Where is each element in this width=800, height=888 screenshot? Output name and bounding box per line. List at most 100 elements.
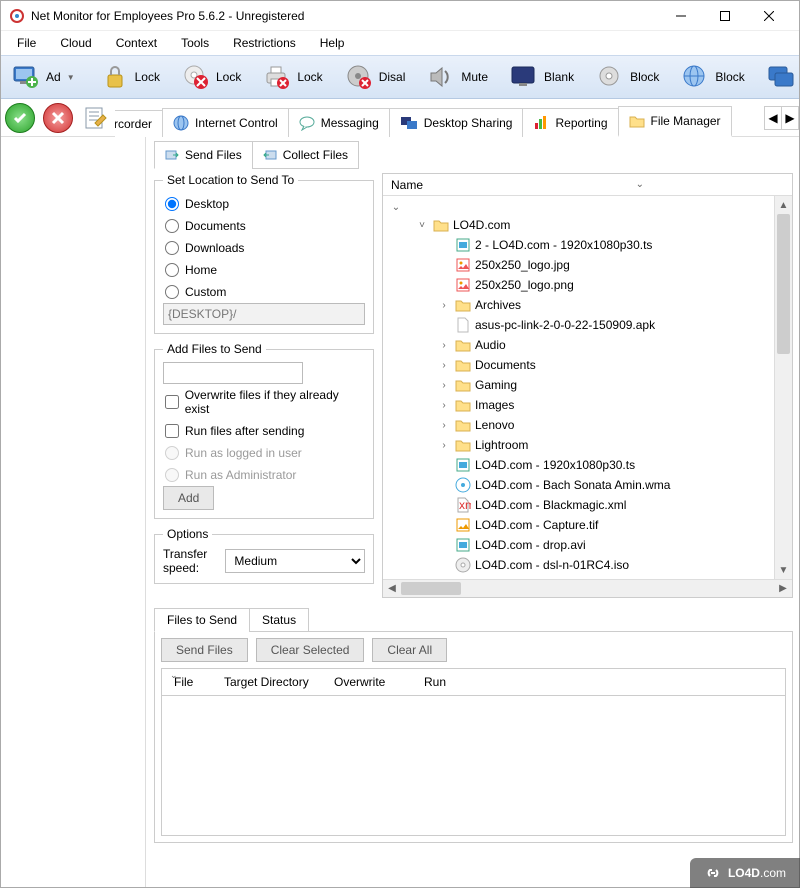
tree-label: 2 - LO4D.com - 1920x1080p30.ts bbox=[475, 238, 652, 252]
folder-icon bbox=[433, 217, 449, 233]
folder-icon bbox=[455, 437, 471, 453]
edit-button[interactable] bbox=[81, 103, 111, 133]
send-icon bbox=[165, 148, 179, 162]
menu-context[interactable]: Context bbox=[106, 34, 167, 52]
toolbar-share[interactable]: Share bbox=[758, 58, 799, 96]
twisty-icon[interactable]: › bbox=[437, 360, 451, 371]
scroll-up-icon[interactable]: ▲ bbox=[775, 196, 792, 214]
tree-row[interactable]: LO4D.com - Bach Sonata Amin.wma bbox=[383, 475, 774, 495]
tree-row[interactable]: ›Documents bbox=[383, 355, 774, 375]
radio-desktop[interactable]: Desktop bbox=[163, 193, 365, 215]
toolbar-mute-label: Mute bbox=[461, 70, 488, 84]
tree-row[interactable]: asus-pc-link-2-0-0-22-150909.apk bbox=[383, 315, 774, 335]
tree-row[interactable]: ›Images bbox=[383, 395, 774, 415]
tree-row[interactable]: LO4D.com - 1920x1080p30.ts bbox=[383, 455, 774, 475]
toolbar-block-2[interactable]: Block bbox=[672, 58, 753, 96]
tree-row[interactable]: ›Lightroom bbox=[383, 435, 774, 455]
close-button[interactable] bbox=[747, 2, 791, 30]
subtab-send-files[interactable]: Send Files bbox=[154, 141, 253, 169]
file-tree-header[interactable]: Name ⌄ bbox=[383, 174, 792, 196]
tree-row[interactable]: LO4D.com - dsl-n-01RC4.iso bbox=[383, 555, 774, 575]
twisty-icon[interactable]: › bbox=[437, 340, 451, 351]
hscroll-thumb[interactable] bbox=[401, 582, 461, 595]
toolbar-lock-1[interactable]: Lock bbox=[92, 58, 169, 96]
maximize-button[interactable] bbox=[703, 2, 747, 30]
tab-files-to-send[interactable]: Files to Send bbox=[154, 608, 250, 632]
twisty-icon[interactable]: › bbox=[437, 420, 451, 431]
file-tree[interactable]: ⌄ ˅LO4D.com 2 - LO4D.com - 1920x1080p30.ts… bbox=[383, 196, 774, 579]
twisty-icon[interactable]: › bbox=[437, 440, 451, 451]
tree-label: 250x250_logo.jpg bbox=[475, 258, 570, 272]
vertical-scrollbar[interactable]: ▲ ▼ bbox=[774, 196, 792, 579]
tree-row[interactable]: 250x250_logo.jpg bbox=[383, 255, 774, 275]
check-runafter[interactable]: Run files after sending bbox=[163, 420, 365, 442]
toolbar-blank[interactable]: Blank bbox=[501, 58, 583, 96]
menu-cloud[interactable]: Cloud bbox=[50, 34, 101, 52]
tab-desktop-sharing[interactable]: Desktop Sharing bbox=[389, 108, 524, 137]
toolbar-mute[interactable]: Mute bbox=[418, 58, 497, 96]
radio-home[interactable]: Home bbox=[163, 259, 365, 281]
tab-label: Messaging bbox=[321, 116, 379, 130]
menu-help[interactable]: Help bbox=[310, 34, 355, 52]
toolbar-block-1[interactable]: Block bbox=[587, 58, 668, 96]
add-button[interactable]: Add bbox=[163, 486, 214, 510]
horizontal-scrollbar[interactable]: ◀ ▶ bbox=[383, 579, 792, 597]
chevron-down-icon[interactable]: ⌄ bbox=[389, 202, 403, 213]
chevron-down-icon: ⌄ bbox=[636, 179, 644, 190]
tab-messaging[interactable]: Messaging bbox=[288, 108, 390, 137]
tree-label: LO4D.com - 1920x1080p30.ts bbox=[475, 458, 635, 472]
addfiles-input[interactable] bbox=[163, 362, 303, 384]
tree-row[interactable]: LO4D.com - drop.avi bbox=[383, 535, 774, 555]
scroll-down-icon[interactable]: ▼ bbox=[775, 561, 792, 579]
toolbar-lock-3[interactable]: Lock bbox=[254, 58, 331, 96]
minimize-button[interactable] bbox=[659, 2, 703, 30]
twisty-icon[interactable]: › bbox=[437, 400, 451, 411]
grid-header[interactable]: ⌄ File Target Directory Overwrite Run bbox=[161, 668, 786, 696]
send-files-button[interactable]: Send Files bbox=[161, 638, 248, 662]
scroll-thumb[interactable] bbox=[777, 214, 790, 354]
tree-row[interactable]: 250x250_logo.png bbox=[383, 275, 774, 295]
image2-icon bbox=[455, 517, 471, 533]
tab-recorder[interactable]: rcorder bbox=[115, 110, 163, 137]
tree-row[interactable]: ›Lenovo bbox=[383, 415, 774, 435]
tab-scroll-left[interactable]: ◀ bbox=[764, 106, 782, 130]
twisty-icon[interactable]: › bbox=[437, 300, 451, 311]
ok-button[interactable] bbox=[5, 103, 35, 133]
clear-all-button[interactable]: Clear All bbox=[372, 638, 447, 662]
tree-row[interactable]: ›Gaming bbox=[383, 375, 774, 395]
check-overwrite[interactable]: Overwrite files if they already exist bbox=[163, 384, 365, 420]
scroll-left-icon[interactable]: ◀ bbox=[383, 583, 401, 594]
tab-status[interactable]: Status bbox=[249, 608, 309, 632]
grid-body[interactable] bbox=[161, 696, 786, 836]
radio-custom[interactable]: Custom bbox=[163, 281, 365, 303]
menu-restrictions[interactable]: Restrictions bbox=[223, 34, 306, 52]
tab-file-manager[interactable]: File Manager bbox=[618, 106, 732, 137]
tree-row[interactable]: LO4D.com - Capture.tif bbox=[383, 515, 774, 535]
toolbar-disable[interactable]: Disal bbox=[336, 58, 415, 96]
tree-row[interactable]: xmlLO4D.com - Blackmagic.xml bbox=[383, 495, 774, 515]
scroll-right-icon[interactable]: ▶ bbox=[774, 583, 792, 594]
tab-internet-control[interactable]: Internet Control bbox=[162, 108, 289, 137]
toolbar-add[interactable]: Ad ▼ bbox=[3, 58, 84, 96]
tree-row[interactable]: 2 - LO4D.com - 1920x1080p30.ts bbox=[383, 235, 774, 255]
tree-row[interactable]: ˅LO4D.com bbox=[383, 215, 774, 235]
tab-reporting[interactable]: Reporting bbox=[522, 108, 618, 137]
tab-scroll-right[interactable]: ▶ bbox=[781, 106, 799, 130]
radio-documents[interactable]: Documents bbox=[163, 215, 365, 237]
twisty-icon[interactable]: ˅ bbox=[415, 220, 429, 231]
toolbar-blank-label: Blank bbox=[544, 70, 574, 84]
menubar: File Cloud Context Tools Restrictions He… bbox=[1, 31, 799, 55]
tree-label: LO4D.com - Blackmagic.xml bbox=[475, 498, 626, 512]
file-icon bbox=[455, 317, 471, 333]
cancel-button[interactable] bbox=[43, 103, 73, 133]
subtab-collect-files[interactable]: Collect Files bbox=[252, 141, 359, 169]
twisty-icon[interactable]: › bbox=[437, 380, 451, 391]
radio-downloads[interactable]: Downloads bbox=[163, 237, 365, 259]
speed-select[interactable]: Medium bbox=[225, 549, 365, 573]
toolbar-lock-2[interactable]: Lock bbox=[173, 58, 250, 96]
clear-selected-button[interactable]: Clear Selected bbox=[256, 638, 365, 662]
tree-row[interactable]: ›Audio bbox=[383, 335, 774, 355]
tree-row[interactable]: ›Archives bbox=[383, 295, 774, 315]
menu-file[interactable]: File bbox=[7, 34, 46, 52]
menu-tools[interactable]: Tools bbox=[171, 34, 219, 52]
